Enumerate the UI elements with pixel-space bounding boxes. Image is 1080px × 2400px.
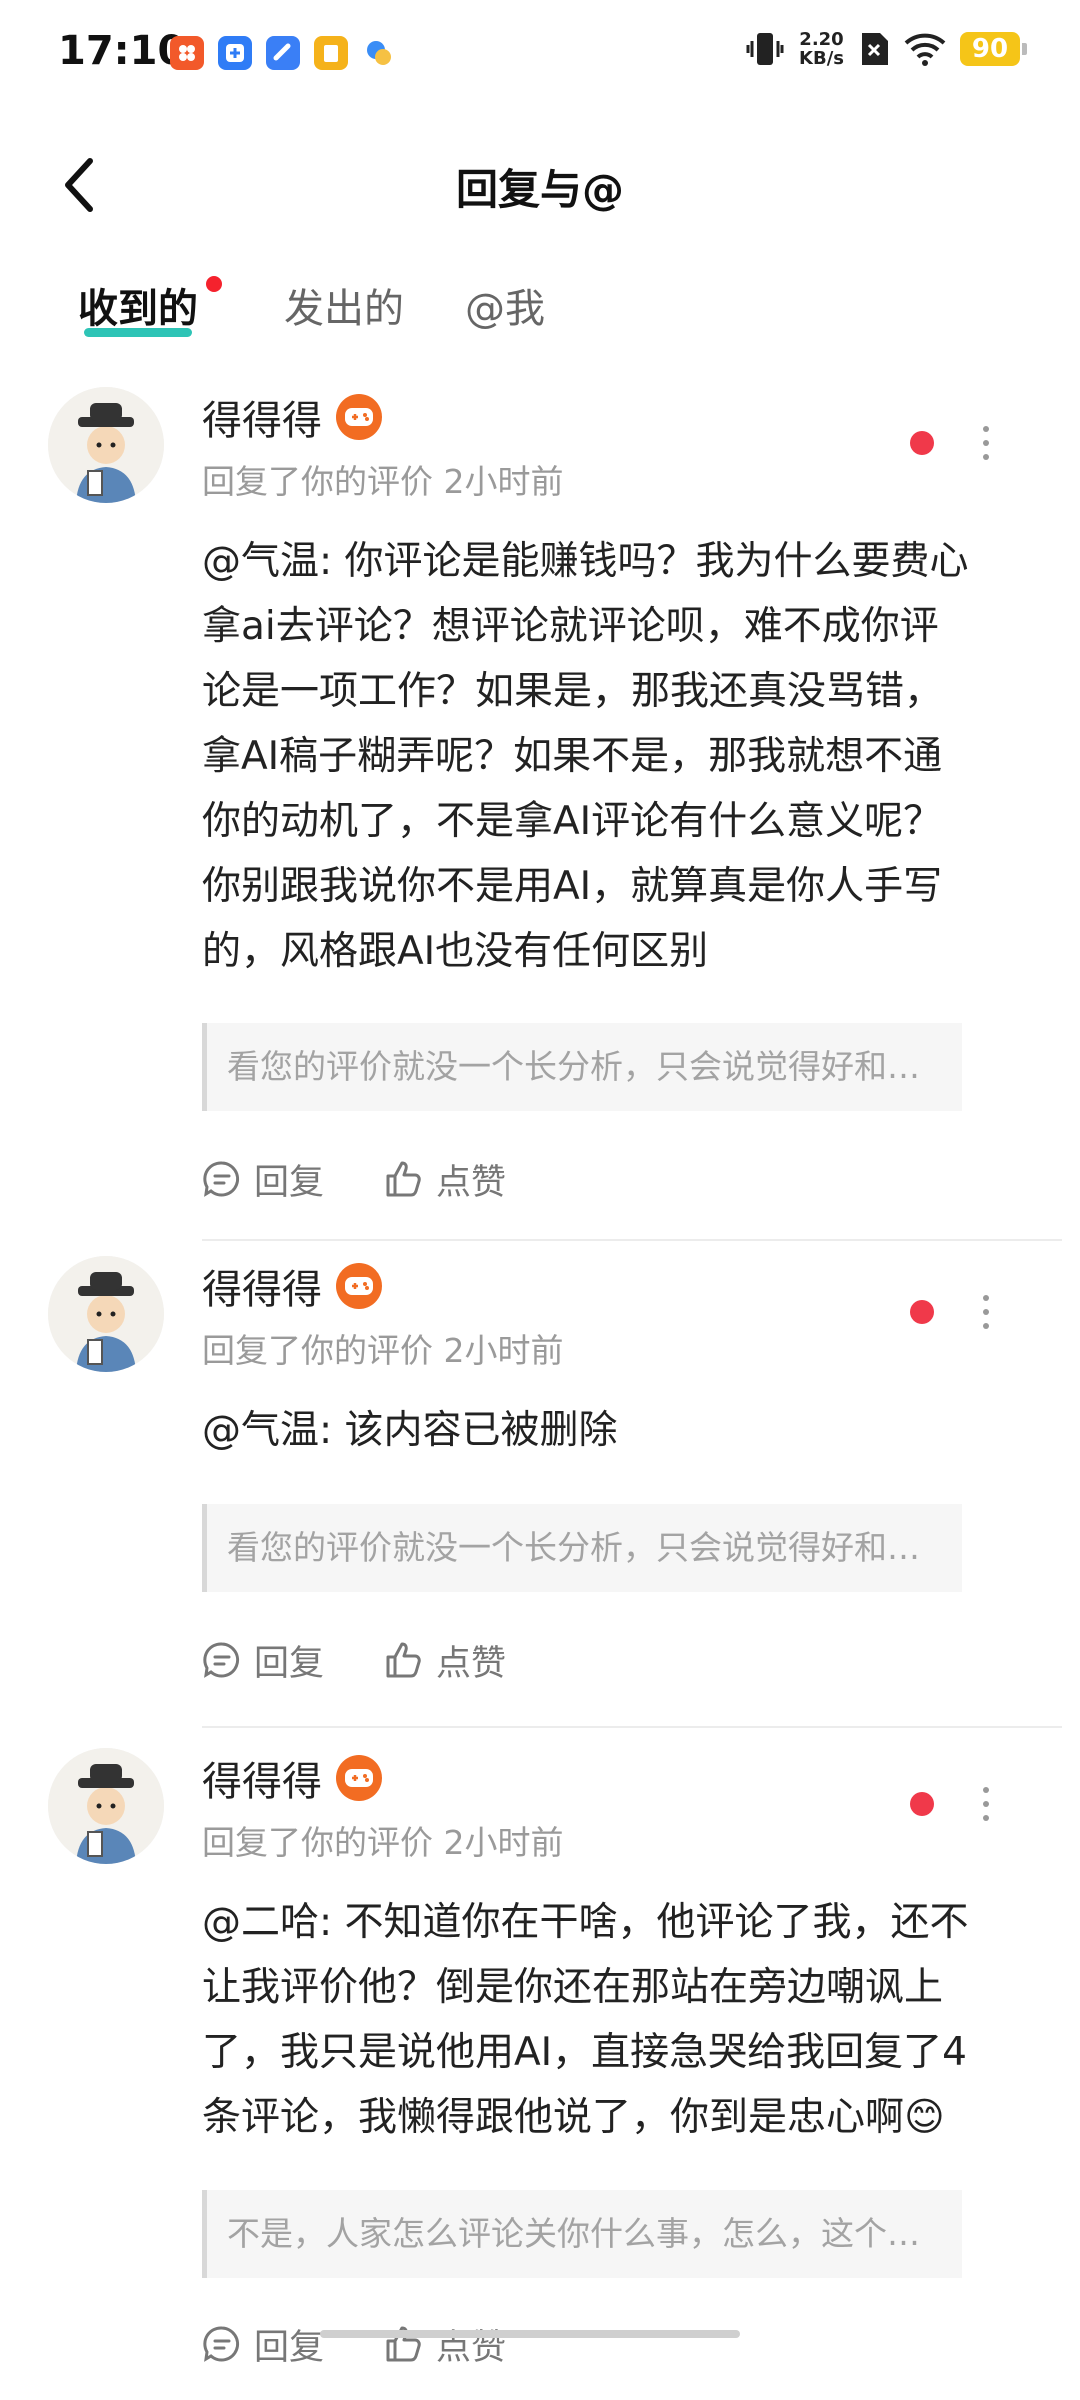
net-speed: 2.20 KB/s	[799, 30, 844, 68]
tab-received[interactable]: 收到的	[78, 276, 198, 334]
username[interactable]: 得得得	[202, 388, 322, 446]
status-time: 17:10	[58, 28, 186, 74]
comment-line: 的，风格跟AI也没有任何区别	[202, 929, 709, 974]
tab-unread-dot	[206, 276, 222, 292]
username[interactable]: 得得得	[202, 1257, 322, 1315]
reply-button[interactable]: 回复	[202, 1635, 324, 1686]
sim-off-icon	[862, 33, 888, 65]
vibrate-icon	[746, 33, 784, 65]
app-orange-icon	[170, 36, 204, 70]
reply-label: 回复	[254, 1643, 325, 1684]
comment-subtitle: 回复了你的评价 2小时前	[202, 1823, 564, 1862]
comment-line: @气温: 你评论是能赚钱吗？我为什么要费心	[202, 539, 969, 584]
comment-actions: 回复 点赞	[202, 2314, 566, 2374]
username[interactable]: 得得得	[202, 1749, 322, 1807]
comment-line: @气温: 该内容已被删除	[202, 1408, 618, 1453]
tab-sent[interactable]: 发出的	[284, 276, 404, 334]
like-label: 点赞	[436, 2327, 507, 2368]
comment-text: @气温: 该内容已被删除	[202, 1398, 1012, 1463]
reply-button[interactable]: 回复	[202, 1154, 324, 1205]
avatar[interactable]	[48, 1256, 164, 1372]
comment-bubble-icon	[203, 1642, 240, 1678]
comment-line: 条评论，我懒得跟他说了，你到是忠心啊😊	[202, 2095, 945, 2140]
user-row: 得得得	[202, 1256, 382, 1316]
more-options-button[interactable]	[966, 1282, 1006, 1342]
comment-bubble-icon	[203, 2326, 240, 2362]
app-blue-plus-icon	[218, 36, 252, 70]
unread-dot	[910, 1300, 934, 1324]
divider	[202, 1726, 1062, 1728]
comment-text: @二哈: 不知道你在干啥，他评论了我，还不 让我评价他？倒是你还在那站在旁边嘲讽…	[202, 1890, 1012, 2150]
comment-subtitle: 回复了你的评价 2小时前	[202, 1331, 564, 1370]
comment-line: @二哈: 不知道你在干啥，他评论了我，还不	[202, 1900, 969, 1945]
like-button[interactable]: 点赞	[384, 1154, 506, 1205]
unread-dot	[910, 431, 934, 455]
status-indicators: 2.20 KB/s 90	[745, 30, 1027, 68]
game-badge-icon	[336, 1263, 382, 1309]
divider	[202, 1239, 1062, 1241]
app-cloud-icon	[362, 36, 396, 70]
user-row: 得得得	[202, 387, 382, 447]
thumbs-up-icon	[386, 1161, 421, 1197]
app-yellow-note-icon	[314, 36, 348, 70]
comment-line: 让我评价他？倒是你还在那站在旁边嘲讽上	[202, 1965, 944, 2010]
comment-line: 了，我只是说他用AI，直接急哭给我回复了4	[202, 2030, 967, 2075]
quoted-original-review[interactable]: 不是，人家怎么评论关你什么事，怎么，这个…	[202, 2190, 962, 2278]
header: 回复与@	[0, 130, 1080, 240]
user-row: 得得得	[202, 1748, 382, 1808]
reply-label: 回复	[254, 2327, 325, 2368]
comment-text: @气温: 你评论是能赚钱吗？我为什么要费心 拿ai去评论？想评论就评论呗，难不成…	[202, 529, 1012, 984]
more-options-button[interactable]	[966, 413, 1006, 473]
comment-line: 拿ai去评论？想评论就评论呗，难不成你评	[202, 604, 939, 649]
page-title: 回复与@	[455, 165, 624, 214]
reply-button[interactable]: 回复	[202, 2319, 324, 2370]
game-badge-icon	[336, 1755, 382, 1801]
avatar[interactable]	[48, 1748, 164, 1864]
home-indicator[interactable]	[320, 2330, 740, 2338]
avatar[interactable]	[48, 387, 164, 503]
net-speed-value: 2.20	[799, 29, 844, 50]
status-bar: 17:10 2.20 KB/s 90	[0, 0, 1080, 112]
comment-line: 拿AI稿子糊弄呢？如果不是，那我就想不通	[202, 734, 943, 779]
comment-line: 你别跟我说你不是用AI，就算真是你人手写	[202, 864, 943, 909]
like-button[interactable]: 点赞	[384, 1635, 506, 1686]
more-options-button[interactable]	[966, 1774, 1006, 1834]
tab-bar: 收到的 发出的 @我	[0, 276, 1080, 356]
quoted-original-review[interactable]: 看您的评价就没一个长分析，只会说觉得好和…	[202, 1504, 962, 1592]
like-label: 点赞	[436, 1643, 507, 1684]
comment-subtitle: 回复了你的评价 2小时前	[202, 462, 564, 501]
unread-dot	[910, 1792, 934, 1816]
wifi-icon	[904, 33, 946, 66]
net-speed-unit: KB/s	[799, 48, 844, 69]
battery-indicator: 90	[960, 32, 1027, 66]
app-blue-icon	[266, 36, 300, 70]
comment-line: 论是一项工作？如果是，那我还真没骂错，	[202, 669, 944, 714]
notification-icons	[170, 36, 396, 70]
tab-mentions[interactable]: @我	[465, 276, 545, 334]
thumbs-up-icon	[386, 1642, 421, 1678]
quoted-original-review[interactable]: 看您的评价就没一个长分析，只会说觉得好和…	[202, 1023, 962, 1111]
game-badge-icon	[336, 394, 382, 440]
like-label: 点赞	[436, 1162, 507, 1203]
comment-actions: 回复 点赞	[202, 1630, 566, 1690]
comment-bubble-icon	[203, 1161, 240, 1197]
comment-line: 你的动机了，不是拿AI评论有什么意义呢？	[202, 799, 943, 844]
reply-label: 回复	[254, 1162, 325, 1203]
like-button[interactable]: 点赞	[384, 2319, 506, 2370]
comment-actions: 回复 点赞	[202, 1149, 566, 1209]
